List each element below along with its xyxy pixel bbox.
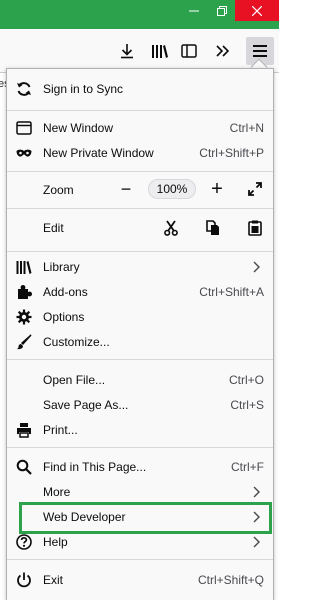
menu-item-print[interactable]: Print...: [7, 418, 273, 442]
copy-icon: [206, 220, 219, 235]
menu-separator: [7, 447, 273, 448]
zoom-out-button[interactable]: −: [116, 179, 136, 199]
menu-label: New Private Window: [43, 146, 154, 160]
menu-label: Open File...: [43, 373, 106, 387]
search-icon: [16, 459, 32, 475]
menu-shortcut: Ctrl+Shift+Q: [197, 573, 264, 587]
menu-item-new-private-window[interactable]: New Private Window Ctrl+Shift+P: [7, 141, 273, 165]
puzzle-piece-icon: [16, 284, 32, 300]
minimize-icon: [188, 10, 199, 11]
zoom-out-icon: −: [120, 178, 132, 199]
menu-shortcut: Ctrl+F: [231, 460, 264, 474]
library-icon: [152, 45, 168, 58]
chevron-right-icon: [253, 536, 260, 548]
fullscreen-icon: [248, 182, 262, 196]
navigation-toolbar: [0, 29, 279, 73]
new-window-icon: [16, 120, 32, 136]
private-mask-icon: [16, 145, 32, 161]
gear-icon: [16, 309, 32, 325]
menu-item-zoom: Zoom: [7, 178, 273, 202]
menu-label: Find in This Page...: [43, 460, 147, 474]
download-icon: [121, 44, 133, 59]
menu-label: New Window: [43, 121, 114, 135]
menu-label: More: [43, 485, 71, 499]
zoom-reset-button[interactable]: 100%: [148, 179, 196, 199]
window-titlebar: [0, 0, 279, 29]
paintbrush-icon: [16, 334, 32, 350]
menu-item-edit: Edit: [7, 216, 273, 240]
close-button[interactable]: [235, 0, 279, 21]
minimize-button[interactable]: [179, 0, 208, 21]
chevron-right-icon: [253, 486, 260, 498]
chevron-right-icon: [253, 261, 260, 273]
library-button[interactable]: [146, 37, 174, 65]
menu-item-save-page[interactable]: Save Page As... Ctrl+S: [7, 393, 273, 417]
menu-item-options[interactable]: Options: [7, 305, 273, 329]
overflow-button[interactable]: [209, 37, 237, 65]
menu-separator: [7, 559, 273, 560]
zoom-label: Zoom: [43, 183, 74, 197]
menu-label: Save Page As...: [43, 398, 129, 412]
zoom-in-icon: +: [211, 177, 223, 200]
overflow-icon: [216, 45, 230, 57]
menu-shortcut: Ctrl+N: [229, 121, 264, 135]
restore-button[interactable]: [208, 0, 235, 21]
sidebar-button[interactable]: [175, 37, 203, 65]
sidebar-icon: [181, 44, 197, 58]
menu-separator: [7, 171, 273, 172]
zoom-value: 100%: [156, 182, 188, 196]
zoom-in-button[interactable]: +: [207, 177, 227, 200]
menu-shortcut: Ctrl+S: [230, 398, 264, 412]
menu-label: Exit: [43, 573, 64, 587]
menu-label: Customize...: [43, 335, 110, 349]
menu-label: Sign in to Sync: [43, 82, 124, 96]
menu-label: Library: [43, 260, 80, 274]
paste-icon: [248, 220, 262, 236]
menu-label: Add-ons: [43, 285, 88, 299]
menu-label: Print...: [43, 423, 78, 437]
fullscreen-button[interactable]: [245, 179, 265, 199]
menu-label: Options: [43, 310, 85, 324]
web-developer-highlight: [19, 502, 272, 534]
menu-shortcut: Ctrl+O: [228, 373, 264, 387]
restore-icon: [216, 5, 227, 16]
copy-button[interactable]: [203, 218, 223, 238]
menu-separator: [7, 251, 273, 252]
menu-item-library[interactable]: Library: [7, 255, 273, 279]
cut-button[interactable]: [161, 218, 181, 238]
sync-icon: [16, 81, 32, 97]
menu-shortcut: Ctrl+Shift+P: [199, 146, 264, 160]
library-icon: [16, 259, 32, 275]
edit-label: Edit: [43, 221, 64, 235]
close-icon: [252, 5, 262, 16]
downloads-button[interactable]: [113, 37, 141, 65]
menu-label: Help: [43, 535, 68, 549]
power-icon: [16, 572, 32, 588]
menu-item-sign-in[interactable]: Sign in to Sync: [7, 77, 273, 101]
menu-shortcut: Ctrl+Shift+A: [199, 285, 264, 299]
hamburger-menu-icon: [253, 45, 267, 57]
menu-item-more[interactable]: More: [7, 480, 273, 504]
paste-button[interactable]: [245, 218, 265, 238]
cut-icon: [164, 220, 178, 236]
menu-item-open-file[interactable]: Open File... Ctrl+O: [7, 368, 273, 392]
menu-item-exit[interactable]: Exit Ctrl+Shift+Q: [7, 568, 273, 592]
printer-icon: [16, 422, 32, 438]
menu-item-customize[interactable]: Customize...: [7, 330, 273, 354]
menu-item-addons[interactable]: Add-ons Ctrl+Shift+A: [7, 280, 273, 304]
menu-separator: [7, 110, 273, 111]
menu-separator: [7, 208, 273, 209]
help-icon: [16, 534, 32, 550]
menu-separator: [7, 359, 273, 360]
menu-item-new-window[interactable]: New Window Ctrl+N: [7, 116, 273, 140]
menu-item-find[interactable]: Find in This Page... Ctrl+F: [7, 455, 273, 479]
